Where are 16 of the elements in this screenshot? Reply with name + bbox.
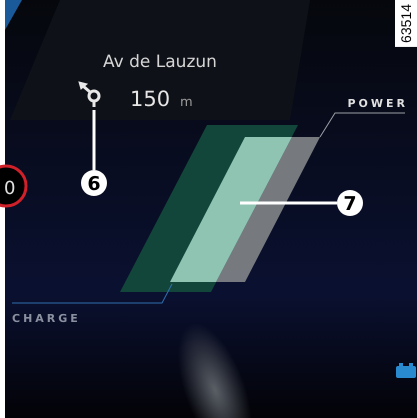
- distance-unit: m: [180, 95, 193, 110]
- power-label: POWER: [347, 97, 408, 110]
- distance-value: 150: [130, 87, 170, 111]
- callout-number: 6: [87, 173, 101, 195]
- leader-line: [92, 110, 96, 170]
- speed-limit-sign: [0, 164, 28, 208]
- callout-number: 7: [343, 193, 357, 215]
- street-name: Av de Lauzun: [103, 52, 217, 72]
- callout-marker: [337, 190, 363, 216]
- roundabout-icon: [78, 81, 100, 107]
- speed-limit-value: 0: [4, 178, 16, 199]
- battery-icon: [396, 363, 416, 378]
- figure-number: 63514: [395, 0, 417, 47]
- corner-stripe: [5, 0, 22, 30]
- callout-marker: [81, 170, 107, 196]
- charge-label: CHARGE: [12, 312, 81, 325]
